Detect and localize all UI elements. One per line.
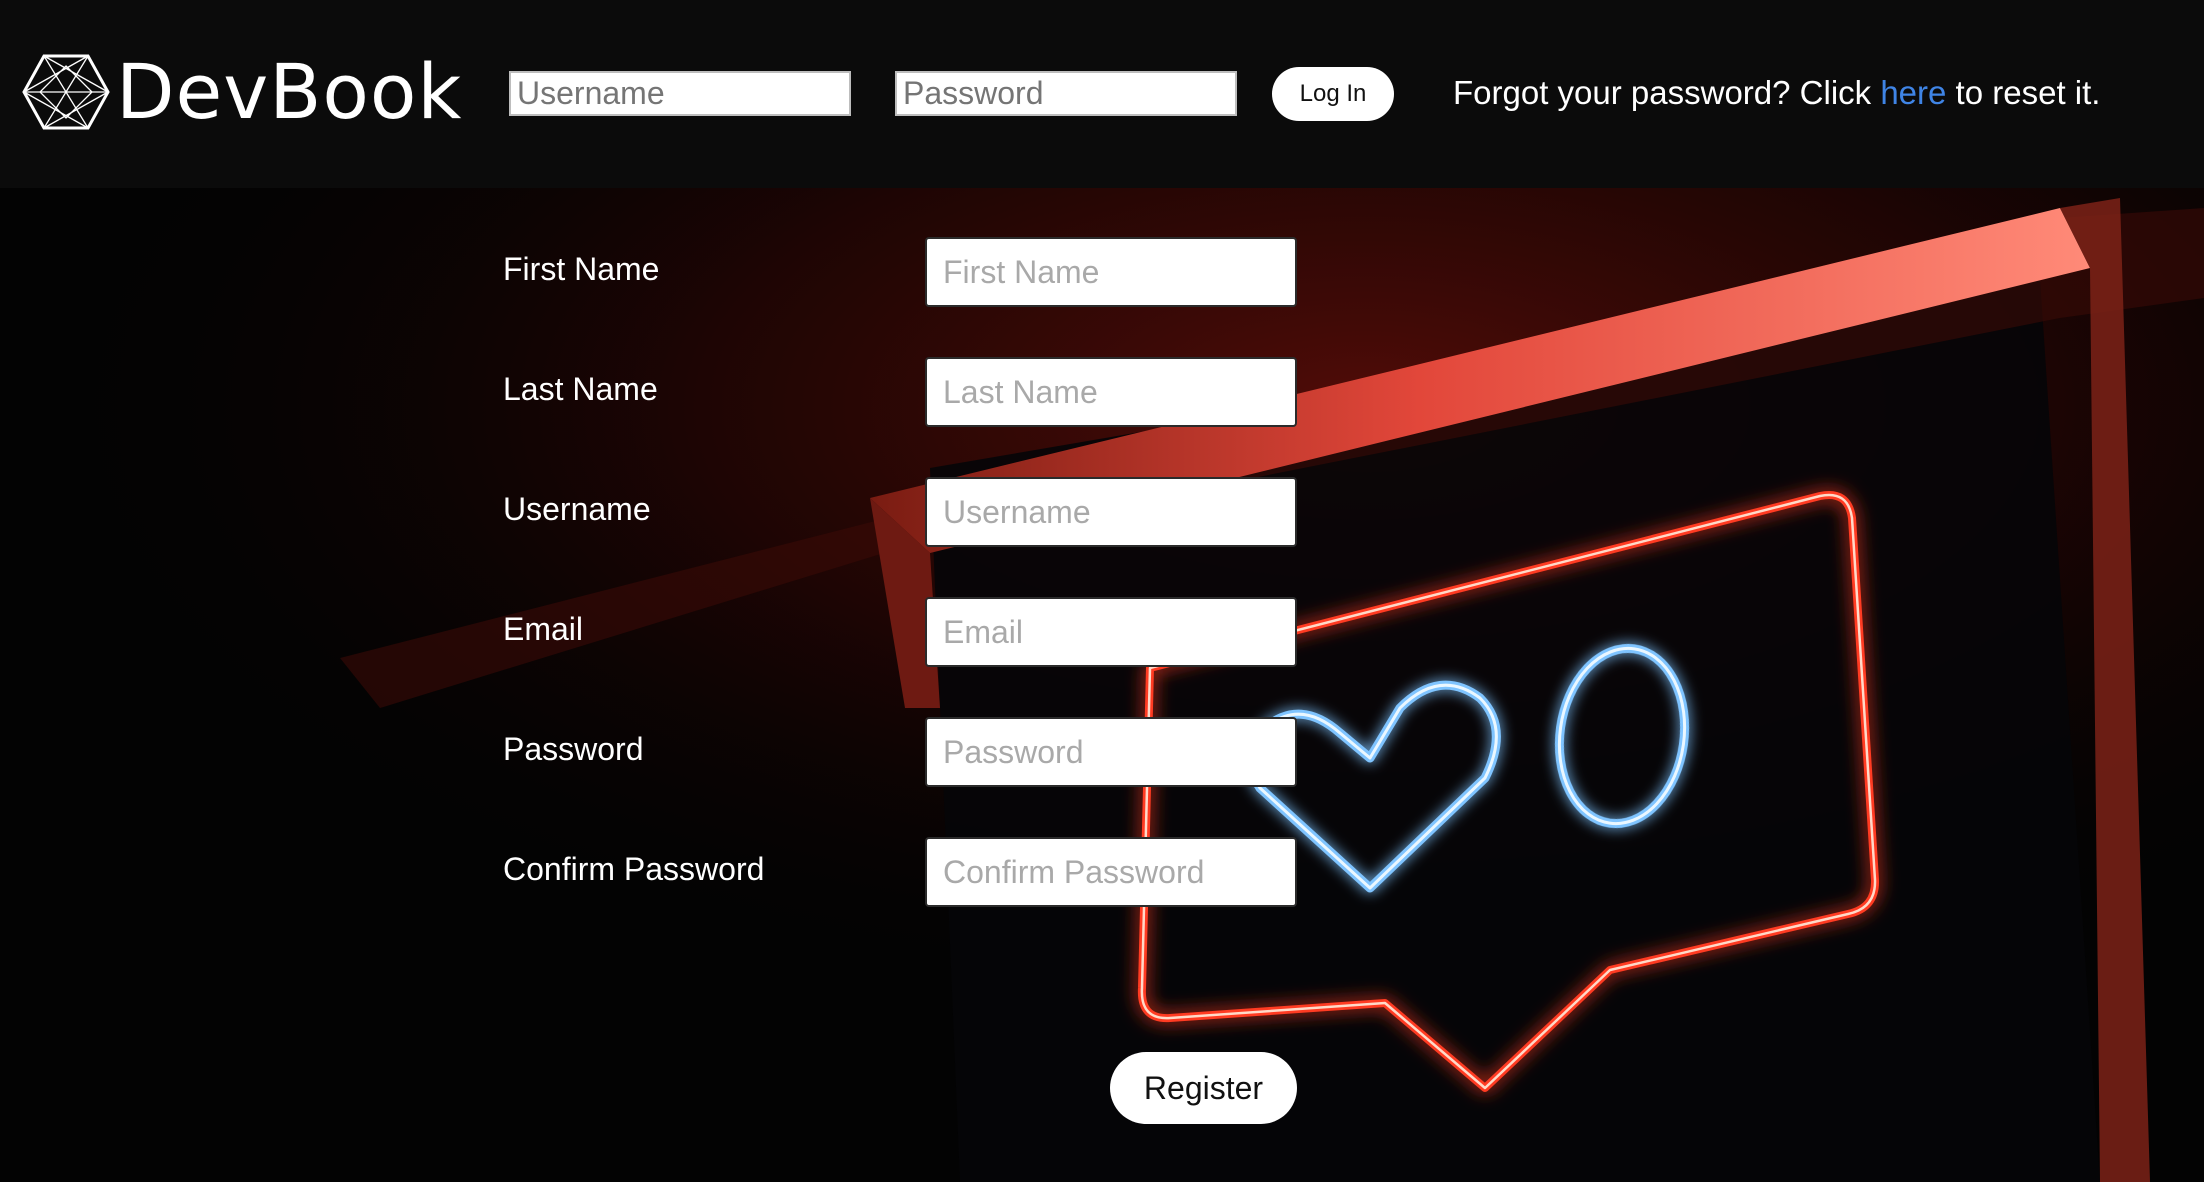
password-label: Password: [503, 731, 644, 767]
login-username-input[interactable]: [509, 71, 851, 116]
register-button[interactable]: Register: [1110, 1052, 1297, 1124]
hexagon-network-icon: [22, 54, 110, 130]
brand-name: DevBook: [116, 47, 463, 136]
first-name-input[interactable]: [925, 237, 1297, 307]
confirm-password-label: Confirm Password: [503, 851, 765, 887]
forgot-password-text: Forgot your password? Click here to rese…: [1453, 73, 2100, 113]
email-input[interactable]: [925, 597, 1297, 667]
registration-page: DevBook Log In Forgot your password? Cli…: [0, 0, 2204, 1182]
username-input[interactable]: [925, 477, 1297, 547]
form-row-email: Email: [0, 597, 1400, 667]
form-row-username: Username: [0, 477, 1400, 547]
login-password-input[interactable]: [895, 71, 1237, 116]
confirm-password-input[interactable]: [925, 837, 1297, 907]
email-label: Email: [503, 611, 584, 647]
password-input[interactable]: [925, 717, 1297, 787]
brand-logo[interactable]: DevBook: [22, 52, 462, 132]
registration-form: First Name Last Name Username Email Pass…: [0, 188, 2204, 1182]
forgot-password-prefix: Forgot your password? Click: [1453, 74, 1881, 111]
forgot-password-suffix: to reset it.: [1946, 74, 2101, 111]
username-label: Username: [503, 491, 651, 527]
login-button[interactable]: Log In: [1272, 67, 1394, 121]
reset-password-link[interactable]: here: [1880, 74, 1946, 111]
last-name-input[interactable]: [925, 357, 1297, 427]
first-name-label: First Name: [503, 251, 660, 287]
form-row-confirm-password: Confirm Password: [0, 837, 1400, 907]
form-row-password: Password: [0, 717, 1400, 787]
last-name-label: Last Name: [503, 371, 658, 407]
form-row-first-name: First Name: [0, 237, 1400, 307]
top-navigation-bar: DevBook Log In Forgot your password? Cli…: [0, 0, 2204, 188]
form-row-last-name: Last Name: [0, 357, 1400, 427]
